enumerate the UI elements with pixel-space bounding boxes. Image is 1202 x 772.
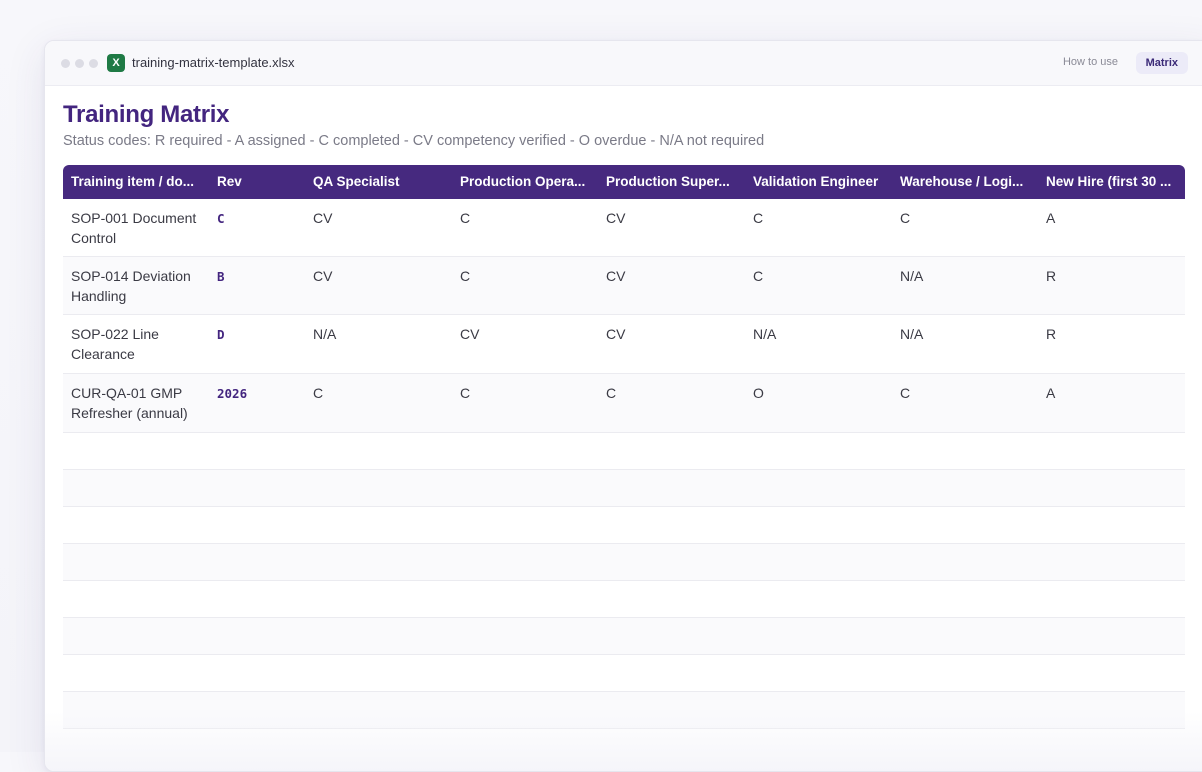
table-row: SOP-022 Line Clearance D N/A CV CV N/A N…: [63, 315, 1185, 374]
status-cell[interactable]: CV: [313, 208, 332, 228]
spreadsheet-window: X training-matrix-template.xlsx How to u…: [44, 40, 1202, 772]
training-matrix-grid: Training item / do... Rev QA Specialist …: [63, 165, 1185, 729]
status-cell[interactable]: C: [460, 208, 470, 228]
status-cell[interactable]: CV: [313, 266, 332, 286]
file-name: training-matrix-template.xlsx: [132, 55, 295, 70]
empty-row[interactable]: [63, 470, 1185, 507]
column-header-rev[interactable]: Rev: [217, 165, 287, 199]
column-header-training-item[interactable]: Training item / do...: [71, 165, 199, 199]
window-minimize-dot[interactable]: [75, 59, 84, 68]
training-item-cell[interactable]: SOP-022 Line Clearance: [71, 324, 211, 364]
training-item-cell[interactable]: CUR-QA-01 GMP Refresher (annual): [71, 383, 211, 423]
status-cell[interactable]: CV: [606, 208, 625, 228]
training-item-line: SOP-001 Document: [71, 210, 197, 226]
training-item-line: Handling: [71, 288, 127, 304]
training-item-line: Clearance: [71, 346, 135, 362]
status-cell[interactable]: CV: [606, 324, 625, 344]
window-maximize-dot[interactable]: [89, 59, 98, 68]
status-cell[interactable]: C: [753, 266, 763, 286]
excel-file-icon: X: [107, 54, 125, 72]
training-item-line: SOP-014 Deviation: [71, 268, 191, 284]
column-header-validation-engineer[interactable]: Validation Engineer: [753, 165, 888, 199]
status-cell[interactable]: N/A: [900, 266, 923, 286]
status-cell[interactable]: A: [1046, 383, 1055, 403]
table-row: SOP-001 Document Control C CV C CV C C A: [63, 199, 1185, 257]
column-header-qa-specialist[interactable]: QA Specialist: [313, 165, 443, 199]
status-cell[interactable]: N/A: [753, 324, 776, 344]
column-header-production-supervisor[interactable]: Production Super...: [606, 165, 736, 199]
status-cell[interactable]: CV: [606, 266, 625, 286]
rev-cell[interactable]: C: [217, 209, 225, 229]
status-cell[interactable]: C: [460, 266, 470, 286]
empty-row[interactable]: [63, 544, 1185, 581]
status-codes-legend: Status codes: R required - A assigned - …: [63, 133, 765, 149]
rev-cell[interactable]: 2026: [217, 384, 247, 404]
status-cell[interactable]: C: [460, 383, 470, 403]
header-row: Training item / do... Rev QA Specialist …: [63, 165, 1185, 199]
table-row: CUR-QA-01 GMP Refresher (annual) 2026 C …: [63, 374, 1185, 433]
rev-cell[interactable]: D: [217, 325, 225, 345]
status-cell[interactable]: C: [753, 208, 763, 228]
column-header-production-operator[interactable]: Production Opera...: [460, 165, 590, 199]
status-cell[interactable]: N/A: [900, 324, 923, 344]
status-cell[interactable]: R: [1046, 266, 1056, 286]
training-item-line: CUR-QA-01 GMP: [71, 385, 183, 401]
empty-row[interactable]: [63, 692, 1185, 729]
rev-cell[interactable]: B: [217, 267, 225, 287]
status-cell[interactable]: N/A: [313, 324, 336, 344]
sheet-title: Training Matrix: [63, 101, 230, 128]
training-item-line: Refresher (annual): [71, 405, 188, 421]
training-item-cell[interactable]: SOP-001 Document Control: [71, 208, 211, 248]
status-cell[interactable]: C: [606, 383, 616, 403]
training-item-line: Control: [71, 230, 117, 246]
training-item-cell[interactable]: SOP-014 Deviation Handling: [71, 266, 211, 306]
tab-matrix[interactable]: Matrix: [1135, 52, 1188, 74]
title-bar: X training-matrix-template.xlsx How to u…: [45, 41, 1202, 86]
status-cell[interactable]: A: [1046, 208, 1055, 228]
status-cell[interactable]: CV: [460, 324, 479, 344]
window-close-dot[interactable]: [61, 59, 70, 68]
training-item-line: SOP-022 Line: [71, 326, 159, 342]
empty-row[interactable]: [63, 618, 1185, 655]
column-header-warehouse-logistics[interactable]: Warehouse / Logi...: [900, 165, 1030, 199]
empty-row[interactable]: [63, 507, 1185, 544]
tab-how-to-use[interactable]: How to use: [1063, 56, 1118, 68]
table-row: SOP-014 Deviation Handling B CV C CV C N…: [63, 257, 1185, 315]
status-cell[interactable]: R: [1046, 324, 1056, 344]
status-cell[interactable]: O: [753, 383, 764, 403]
column-header-new-hire[interactable]: New Hire (first 30 ...: [1046, 165, 1178, 199]
status-cell[interactable]: C: [900, 208, 910, 228]
empty-row[interactable]: [63, 433, 1185, 470]
status-cell[interactable]: C: [900, 383, 910, 403]
empty-row[interactable]: [63, 655, 1185, 692]
status-cell[interactable]: C: [313, 383, 323, 403]
empty-row[interactable]: [63, 581, 1185, 618]
